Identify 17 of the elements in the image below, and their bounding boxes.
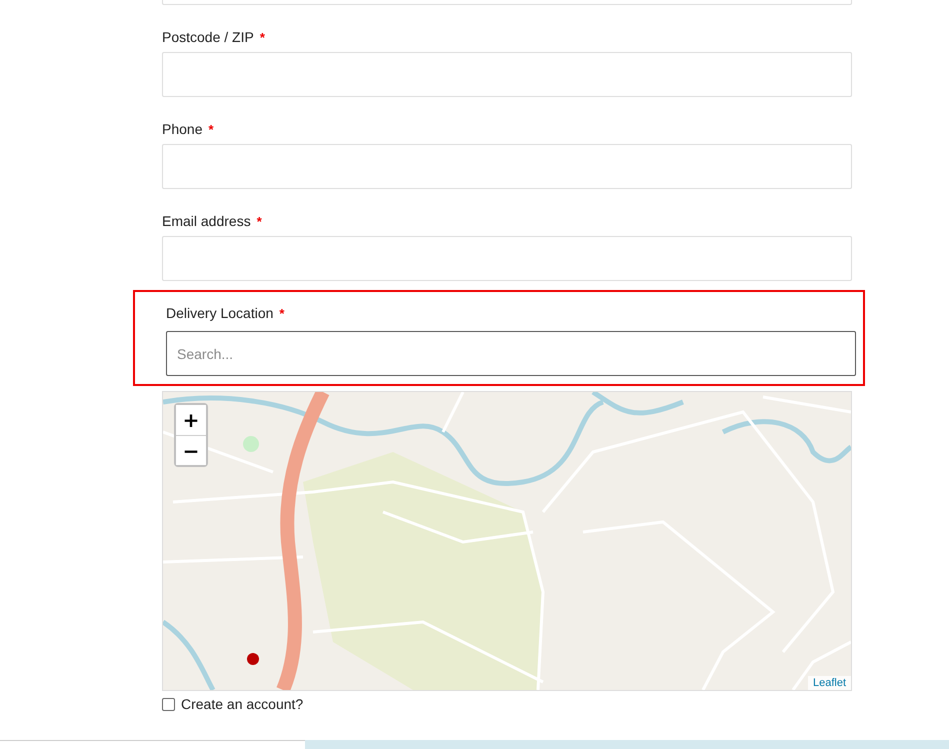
input-field[interactable]	[162, 144, 852, 189]
zoom-out-button[interactable]: −	[176, 435, 206, 465]
field-label: Delivery Location	[166, 305, 274, 321]
attribution-link[interactable]: Leaflet	[808, 676, 851, 690]
required-mark: *	[208, 122, 214, 136]
field-label: Postcode / ZIP	[162, 29, 254, 45]
required-mark: *	[279, 306, 284, 320]
required-mark: *	[260, 30, 265, 44]
search-field[interactable]: Search...	[166, 331, 856, 376]
input-field[interactable]	[162, 52, 852, 97]
map[interactable]: + − Leaflet	[162, 391, 852, 691]
input-field[interactable]	[162, 236, 852, 281]
field-label: Email address	[162, 213, 251, 229]
required-mark: *	[256, 214, 262, 228]
checkbox[interactable]	[162, 698, 175, 710]
field-label: Phone	[162, 121, 202, 137]
checkbox-label: Create an account?	[181, 696, 304, 712]
